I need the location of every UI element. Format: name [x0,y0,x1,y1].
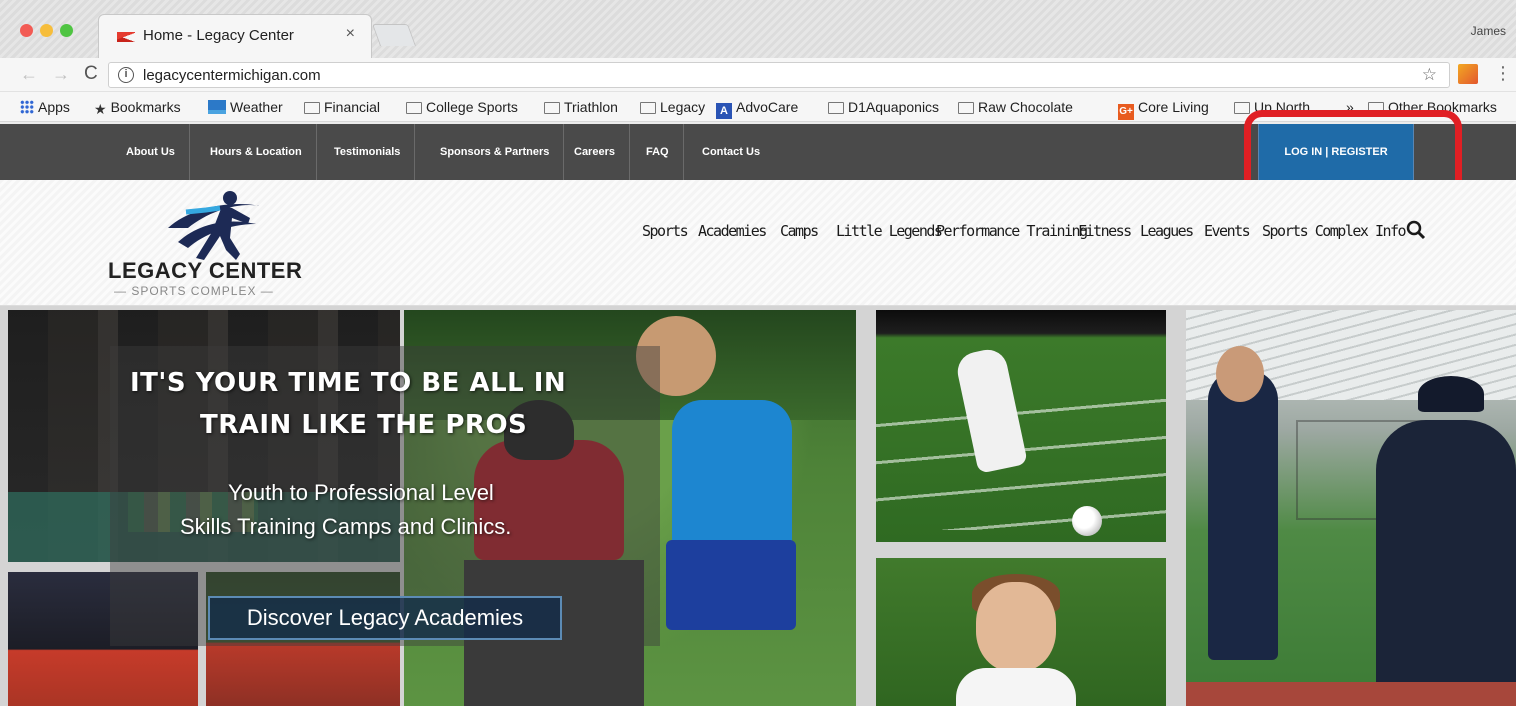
maximize-window-button[interactable] [60,24,73,37]
topnav-careers[interactable]: Careers [560,124,630,180]
folder-icon [640,102,656,114]
profile-name[interactable]: James [1471,24,1506,38]
advocare-icon: A [716,103,732,119]
topnav-hours-location[interactable]: Hours & Location [196,124,317,180]
mainnav-academies[interactable]: Academies [698,222,767,240]
discover-academies-button[interactable]: Discover Legacy Academies [208,596,562,640]
bookmark-financial[interactable]: Financial [304,99,380,115]
core-living-icon: G+ [1118,104,1134,120]
bookmark-d1aquaponics[interactable]: D1Aquaponics [828,99,939,115]
bookmark-bookmarks[interactable]: ★ Bookmarks [94,99,181,118]
mainnav-events[interactable]: Events [1204,222,1251,240]
tab-close-icon[interactable]: × [346,25,355,43]
logo-subtitle: — SPORTS COMPLEX — [114,284,274,298]
apps-grid-icon [20,100,34,114]
baseball-photo [1186,310,1516,706]
hero-tagline-1: Youth to Professional Level [228,480,494,505]
browser-menu-icon[interactable]: ⋮ [1494,63,1512,84]
mainnav-fitness[interactable]: Fitness [1078,222,1132,240]
forward-arrow-icon[interactable]: → [52,64,70,85]
folder-icon [958,102,974,114]
extension-icon[interactable] [1458,64,1478,84]
runner-logo-icon[interactable] [160,188,270,264]
folder-icon [406,102,422,114]
legacy-favicon-icon [117,32,135,42]
mainnav-leagues[interactable]: Leagues [1140,222,1194,240]
reload-icon[interactable]: C [84,63,98,85]
close-window-button[interactable] [20,24,33,37]
little-girl-photo [876,558,1166,706]
topnav-sponsors-partners[interactable]: Sponsors & Partners [426,124,565,180]
hero-subheadline: TRAIN LIKE THE PROS [200,410,528,440]
mainnav-camps[interactable]: Camps [780,222,819,240]
minimize-window-button[interactable] [40,24,53,37]
mainnav-performance-training[interactable]: Performance Training [936,222,1088,240]
browser-tab-home[interactable]: Home - Legacy Center × [98,14,372,58]
mainnav-little-legends[interactable]: Little Legends [836,222,943,240]
back-arrow-icon[interactable]: ← [20,64,38,85]
new-tab-button[interactable] [371,24,417,46]
browser-tab-bar: Home - Legacy Center × James [0,0,1516,58]
logo-title[interactable]: LEGACY CENTER [108,258,302,284]
mainnav-sports-complex-info[interactable]: Sports Complex Info [1262,222,1407,240]
bookmark-raw-chocolate[interactable]: Raw Chocolate [958,99,1073,115]
bookmark-apps[interactable]: Apps [20,99,70,115]
topnav-testimonials[interactable]: Testimonials [320,124,416,180]
bookmark-triathlon[interactable]: Triathlon [544,99,618,115]
topnav-faq[interactable]: FAQ [632,124,684,180]
url-text[interactable]: legacycentermichigan.com [143,67,321,84]
mainnav-sports[interactable]: Sports [642,222,689,240]
folder-icon [544,102,560,114]
tab-title: Home - Legacy Center [143,27,294,44]
bookmark-star-icon[interactable]: ☆ [1422,65,1437,85]
search-icon[interactable] [1406,220,1426,240]
topnav-contact-us[interactable]: Contact Us [688,124,774,180]
address-bar[interactable]: i legacycentermichigan.com ☆ [108,62,1450,88]
bookmark-legacy[interactable]: Legacy [640,99,705,115]
hero-collage: IT'S YOUR TIME TO BE ALL IN TRAIN LIKE T… [0,306,1516,706]
folder-icon [828,102,844,114]
bookmark-weather[interactable]: Weather [208,99,283,115]
site-info-icon[interactable]: i [118,67,134,83]
folder-icon [304,102,320,114]
browser-toolbar: ← → C i legacycentermichigan.com ☆ ⋮ [0,58,1516,92]
hero-tagline-2: Skills Training Camps and Clinics. [180,514,512,539]
hero-headline: IT'S YOUR TIME TO BE ALL IN [130,368,567,398]
weather-icon [208,100,226,114]
folder-icon [1234,102,1250,114]
bookmark-advocare[interactable]: A AdvoCare [716,99,798,119]
soccer-photo [876,310,1166,542]
bookmark-college-sports[interactable]: College Sports [406,99,518,115]
site-header: LEGACY CENTER — SPORTS COMPLEX — Sports … [0,180,1516,306]
bookmark-core-living[interactable]: G+ Core Living [1118,99,1209,120]
star-icon: ★ [94,101,107,117]
topnav-about-us[interactable]: About Us [112,124,190,180]
